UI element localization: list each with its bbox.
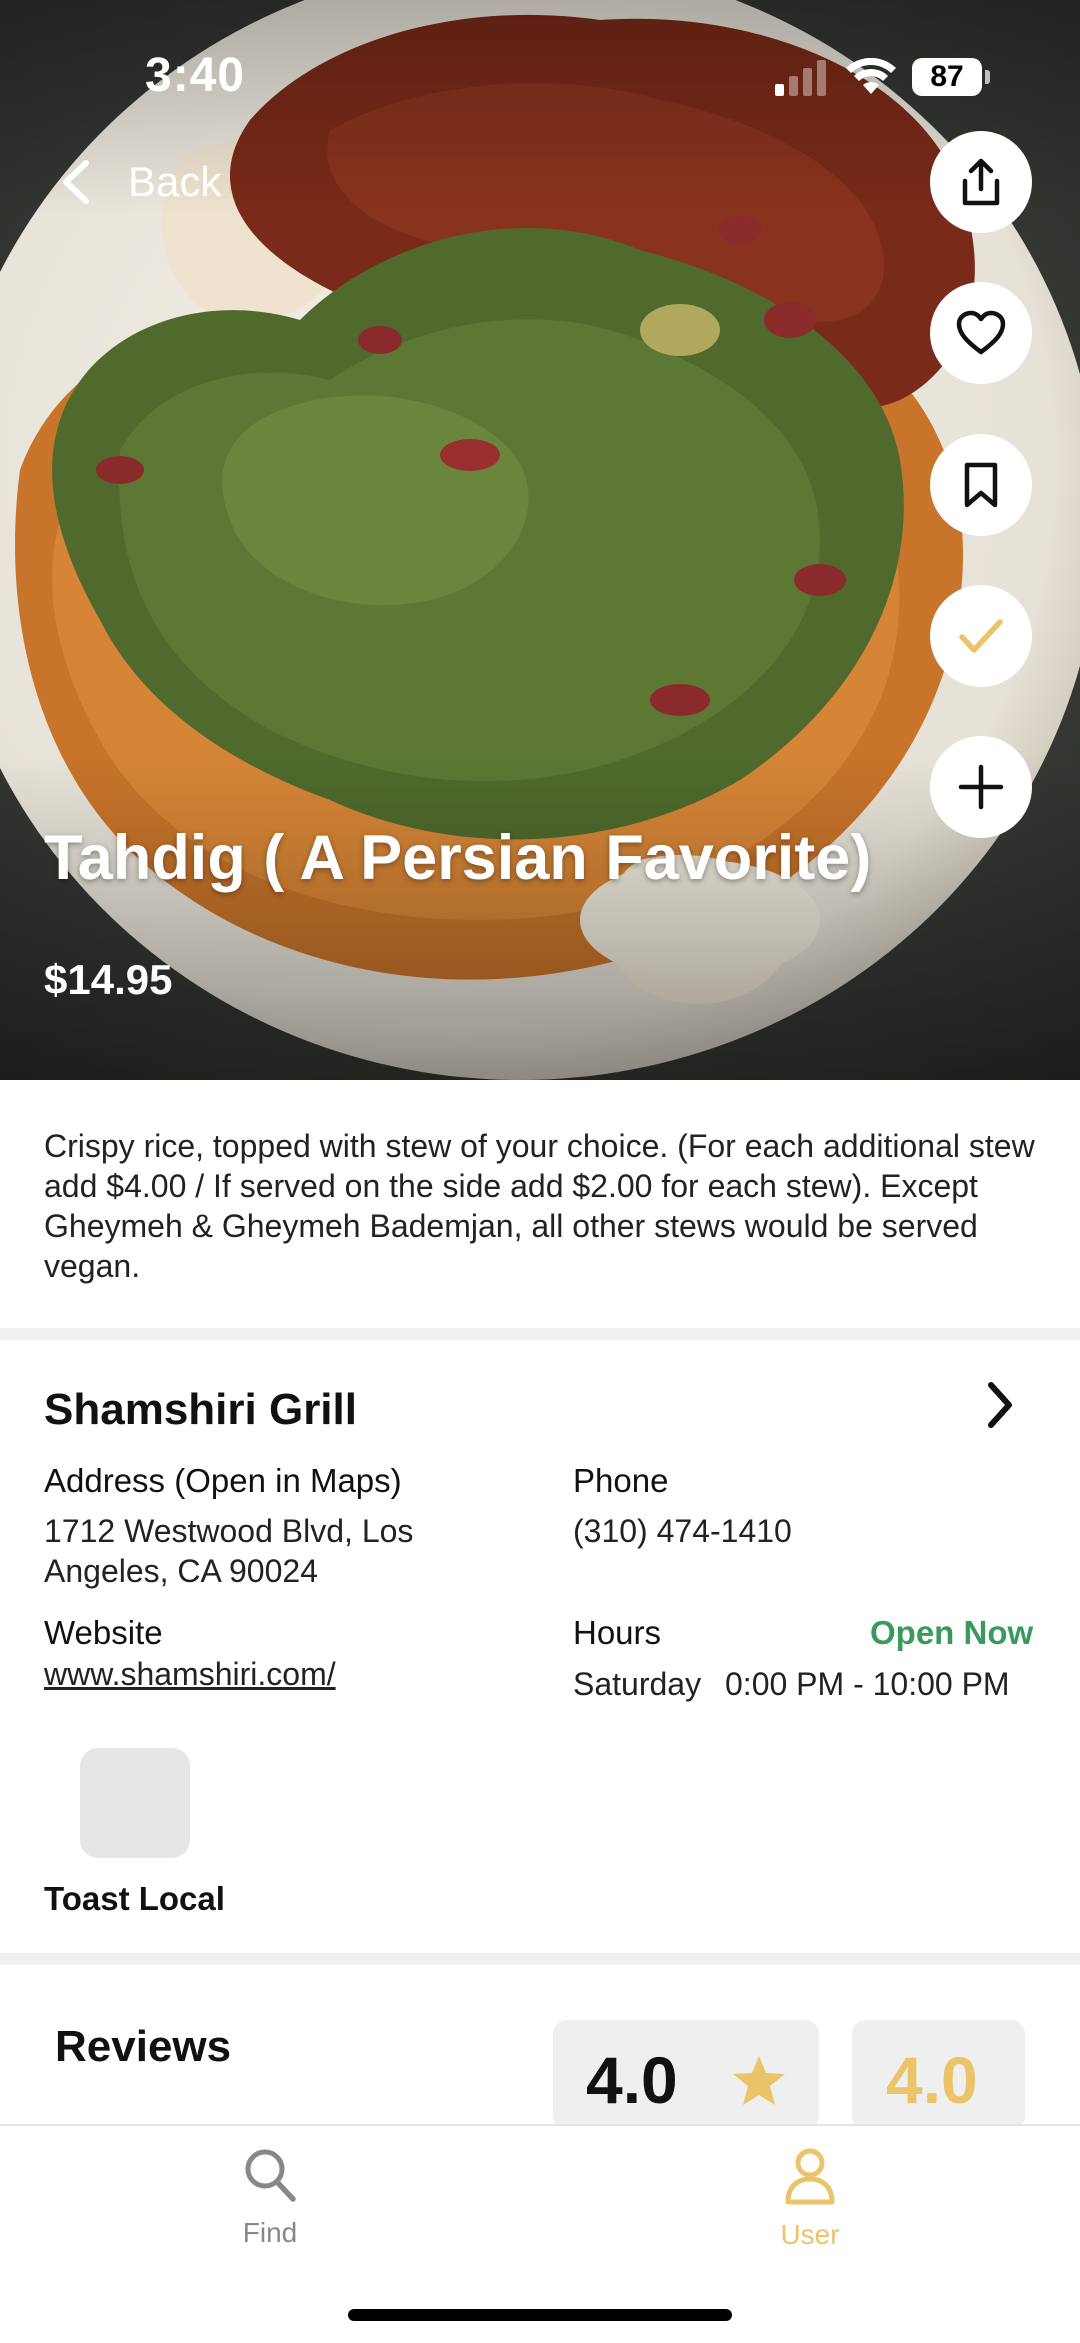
battery-level: 87 (912, 58, 982, 96)
hours-label: Hours (573, 1614, 662, 1651)
back-label: Back (128, 158, 222, 205)
search-icon (245, 2149, 296, 2202)
restaurant-detail-button[interactable] (985, 1380, 1015, 1435)
open-status: Open Now (870, 1614, 1034, 1651)
chevron-right-icon (988, 1382, 1012, 1428)
phone-number[interactable]: (310) 474-1410 (573, 1511, 792, 1551)
hours-time: 0:00 PM - 10:00 PM (725, 1666, 1010, 1702)
website-link[interactable]: www.shamshiri.com/ (44, 1654, 336, 1694)
tab-user[interactable]: User (710, 2146, 910, 2251)
address-line-2: Angeles, CA 90024 (44, 1553, 318, 1589)
divider (0, 1953, 1080, 1965)
battery-icon (985, 70, 990, 84)
tab-find-label: Find (242, 2217, 298, 2248)
dish-title: Tahdig ( A Persian Favorite) (44, 823, 872, 893)
bookmark-icon (964, 462, 998, 508)
dish-price: $14.95 (44, 956, 173, 1003)
address-line-1: 1712 Westwood Blvd, Los (44, 1513, 414, 1549)
rating-value: 4.0 (586, 2043, 678, 2117)
user-icon (785, 2148, 835, 2205)
partner-logo[interactable] (80, 1748, 190, 1858)
hours-day: Saturday (573, 1666, 702, 1702)
dish-description: Crispy rice, topped with stew of your ch… (44, 1128, 1035, 1284)
star-icon (733, 2056, 785, 2105)
chevron-left-icon (63, 160, 89, 204)
divider (0, 1328, 1080, 1340)
dish-photo: 3:40 87 Back Tahdig (A Persian Favorite… (0, 0, 1080, 1080)
heart-icon (956, 310, 1006, 355)
website-label: Website (44, 1614, 163, 1651)
reviews-title: Reviews (55, 2022, 232, 2071)
status-bar: 3:40 87 (0, 0, 1080, 140)
restaurant-name[interactable]: Shamshiri Grill (44, 1385, 357, 1435)
phone-label: Phone (573, 1462, 669, 1499)
favorite-button[interactable] (930, 282, 1032, 384)
add-button[interactable] (930, 736, 1032, 838)
tab-user-label: User (780, 2219, 840, 2250)
check-icon (959, 619, 1003, 653)
plus-icon (958, 764, 1004, 810)
partner-name[interactable]: Toast Local (44, 1880, 225, 1918)
share-icon (962, 158, 1000, 206)
rating-card-secondary[interactable]: 4.0 (852, 2020, 1025, 2130)
home-indicator[interactable] (348, 2309, 732, 2321)
status-time: 3:40 (145, 49, 246, 102)
back-button[interactable]: Back (58, 150, 221, 214)
share-button[interactable] (930, 131, 1032, 233)
address-label[interactable]: Address (Open in Maps) (44, 1462, 402, 1500)
wifi-icon (846, 57, 896, 101)
signal-icon (775, 60, 831, 101)
rating-card[interactable]: 4.0 (553, 2020, 819, 2130)
tab-find[interactable]: Find (170, 2146, 370, 2249)
rating-value-secondary: 4.0 (886, 2043, 978, 2117)
tried-button[interactable] (930, 585, 1032, 687)
bookmark-button[interactable] (930, 434, 1032, 536)
